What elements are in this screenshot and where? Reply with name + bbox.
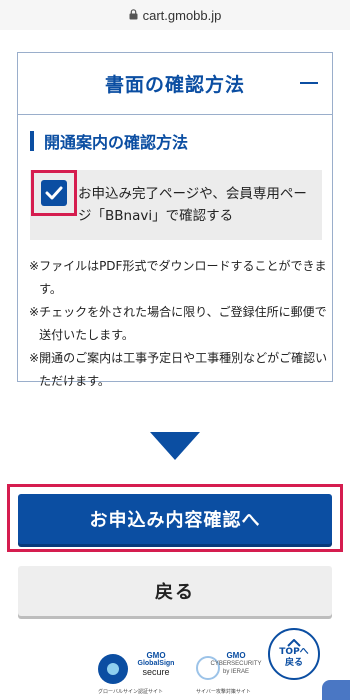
section-header[interactable]: 書面の確認方法	[18, 53, 332, 115]
lock-icon	[129, 8, 138, 23]
url-bar[interactable]: cart.gmobb.jp	[0, 0, 350, 30]
top-back-label: 戻る	[284, 658, 303, 668]
note-text: ファイルはPDF形式でダウンロードすることができます。	[39, 259, 327, 296]
note-item: ※ 開通のご案内は工事予定日や工事種別などがご確認いただけます。	[29, 347, 329, 393]
online-confirmation-checkbox[interactable]	[41, 180, 67, 206]
back-button[interactable]: 戻る	[18, 566, 332, 616]
minus-icon[interactable]	[300, 82, 318, 84]
note-item: ※ チェックを外された場合に限り、ご登録住所に郵便で送付いたします。	[29, 301, 329, 347]
note-mark: ※	[29, 351, 40, 365]
note-text: チェックを外された場合に限り、ご登録住所に郵便で送付いたします。	[39, 305, 327, 342]
cybersecurity-caption: サイバー攻撃対策サイト	[196, 689, 251, 695]
cybersecurity-gmo: GMO	[226, 651, 246, 660]
subheading: 開通案内の確認方法	[44, 133, 189, 152]
cybersecurity-line2: by IERAE	[222, 669, 249, 675]
checkbox-label[interactable]: お申込み完了ページや、会員専用ページ「BBnavi」で確認する	[78, 183, 318, 227]
back-to-top-button[interactable]: TOPへ 戻る	[268, 628, 320, 680]
confirm-application-button[interactable]: お申込み内容確認へ	[18, 494, 332, 544]
globalsign-text: GMO GlobalSign secure	[130, 651, 182, 677]
globalsign-logo-icon	[98, 654, 128, 684]
note-text: 開通のご案内は工事予定日や工事種別などがご確認いただけます。	[39, 351, 328, 388]
url-text: cart.gmobb.jp	[142, 7, 222, 23]
note-mark: ※	[29, 305, 40, 319]
note-mark: ※	[29, 259, 40, 273]
cybersecurity-text: GMO CYBERSECURITY by IERAE	[206, 652, 266, 676]
globalsign-caption: グローバルサイン認証サイト	[98, 689, 163, 695]
checkmark-icon	[45, 186, 63, 200]
globalsign-secure: secure	[142, 667, 170, 677]
globalsign-badge[interactable]: GMO GlobalSign secure グローバルサイン認証サイト	[98, 652, 180, 698]
cybersecurity-line1: CYBERSECURITY	[210, 661, 262, 667]
cybersecurity-badge[interactable]: GMO CYBERSECURITY by IERAE サイバー攻撃対策サイト	[196, 652, 266, 698]
subheading-row: 開通案内の確認方法	[30, 129, 188, 153]
globalsign-gmo: GMO	[146, 651, 166, 660]
note-item: ※ ファイルはPDF形式でダウンロードすることができます。	[29, 255, 329, 301]
note-list: ※ ファイルはPDF形式でダウンロードすることができます。 ※ チェックを外され…	[29, 255, 329, 393]
subheading-bar	[30, 131, 34, 151]
section-title: 書面の確認方法	[104, 74, 245, 96]
chevron-up-icon	[287, 639, 301, 647]
floating-widget-icon[interactable]	[322, 680, 350, 700]
arrow-down-icon	[150, 432, 200, 460]
top-label: TOPへ	[279, 647, 309, 657]
